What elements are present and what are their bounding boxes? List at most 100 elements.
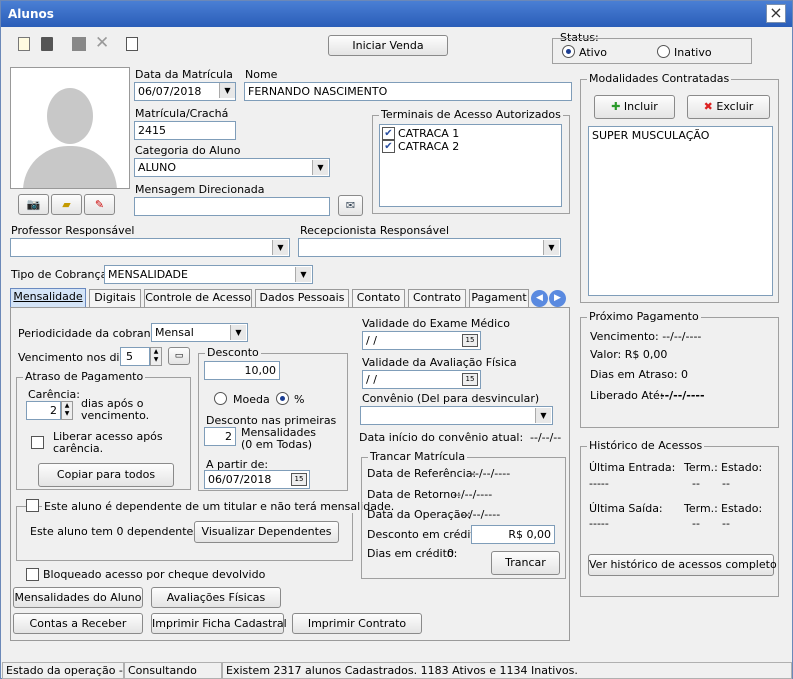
chevron-down-icon[interactable]: ▼ — [219, 83, 235, 98]
moeda-label: Moeda — [233, 393, 270, 406]
convenio-select[interactable]: ▼ — [360, 406, 553, 425]
new-document-icon[interactable] — [18, 37, 30, 51]
tab-controle-acesso[interactable]: Controle de Acesso — [144, 289, 252, 307]
avatar-body-icon — [23, 146, 117, 188]
calendar-icon[interactable]: 15 — [462, 334, 478, 347]
trancar-button[interactable]: Trancar — [491, 551, 560, 575]
status-ativo-radio[interactable] — [562, 45, 575, 58]
professor-label: Professor Responsável — [11, 224, 135, 237]
desconto-title: Desconto — [205, 346, 261, 359]
tab-digitais[interactable]: Digitais — [89, 289, 141, 307]
carencia-label: Carência: — [28, 388, 80, 401]
pagamento-title: Próximo Pagamento — [587, 310, 701, 323]
percent-radio[interactable] — [276, 392, 289, 405]
avaliacoes-fisicas-button[interactable]: Avaliações Físicas — [151, 587, 281, 608]
remove-photo-button[interactable]: ✎ — [84, 194, 115, 215]
catraca-2-checkbox[interactable]: ✔ — [382, 140, 395, 153]
ver-historico-button[interactable]: Ver histórico de acessos completo — [588, 554, 777, 576]
desc-credito-field[interactable]: R$ 0,00 — [471, 525, 555, 544]
excluir-button[interactable]: ✖ Excluir — [687, 95, 770, 119]
save-icon[interactable] — [72, 37, 86, 51]
close-button[interactable]: × — [766, 4, 786, 23]
mensalidades-aluno-button[interactable]: Mensalidades do Aluno — [13, 587, 143, 608]
alunos-window: Alunos × ✕ Iniciar Venda Status: Ativo I… — [0, 0, 793, 679]
tab-contato[interactable]: Contato — [352, 289, 405, 307]
trancar-title: Trancar Matrícula — [368, 450, 468, 463]
open-folder-button[interactable]: ▰ — [51, 194, 82, 215]
a-partir-field[interactable]: 06/07/2018 15 — [204, 470, 310, 489]
mensagem-field[interactable] — [134, 197, 330, 216]
entrada-term-label: Term.: — [684, 461, 718, 474]
calendar-icon[interactable]: 15 — [291, 473, 307, 486]
bloqueado-checkbox[interactable] — [26, 568, 39, 581]
carencia-suffix: dias após o vencimento. — [81, 397, 150, 422]
chevron-down-icon[interactable]: ▼ — [230, 325, 246, 340]
modalidades-title: Modalidades Contratadas — [587, 72, 732, 85]
ultima-entrada-label: Última Entrada: — [589, 461, 676, 474]
validade-aval-field[interactable]: / / 15 — [362, 370, 481, 389]
saida-estado-label: Estado: — [721, 502, 763, 515]
chevron-down-icon[interactable]: ▼ — [312, 160, 328, 175]
catraca-1-checkbox[interactable]: ✔ — [382, 127, 395, 140]
carencia-spinner[interactable]: ▲ ▼ — [61, 401, 73, 420]
periodicidade-select[interactable]: Mensal ▼ — [151, 323, 248, 342]
visualizar-dependentes-button[interactable]: Visualizar Dependentes — [194, 521, 339, 543]
entrada-date-value: ----- — [589, 477, 609, 490]
status-inativo-radio[interactable] — [657, 45, 670, 58]
chevron-down-icon[interactable]: ▼ — [272, 240, 288, 255]
iniciar-venda-button[interactable]: Iniciar Venda — [328, 35, 448, 56]
send-message-button[interactable]: ✉ — [338, 195, 363, 216]
vencimento-field[interactable]: 5 — [120, 347, 150, 366]
nome-label: Nome — [245, 68, 278, 81]
imprimir-ficha-button[interactable]: Imprimir Ficha Cadastral — [151, 613, 287, 634]
tab-contrato[interactable]: Contrato — [408, 289, 466, 307]
vencimento-label: Vencimento nos dias: — [18, 351, 136, 364]
tab-scroll-left-icon[interactable]: ◀ — [531, 290, 548, 307]
dias-credito-value: 0 — [447, 547, 454, 560]
moeda-radio[interactable] — [214, 392, 227, 405]
data-ret-value: --/--/---- — [453, 488, 493, 501]
dependente-checkbox[interactable] — [26, 499, 39, 512]
saida-date-value: ----- — [589, 517, 609, 530]
tab-scroll-right-icon[interactable]: ▶ — [549, 290, 566, 307]
pagamento-dias-atraso: Dias em Atraso: 0 — [590, 368, 689, 381]
vencimento-spinner[interactable]: ▲ ▼ — [150, 347, 162, 366]
validade-exame-field[interactable]: / / 15 — [362, 331, 481, 350]
copiar-para-todos-button[interactable]: Copiar para todos — [38, 463, 174, 487]
data-matricula-label: Data da Matrícula — [135, 68, 233, 81]
tab-dados-pessoais[interactable]: Dados Pessoais — [255, 289, 349, 307]
modalidades-list[interactable] — [588, 126, 773, 296]
contas-receber-button[interactable]: Contas a Receber — [13, 613, 143, 634]
trash-icon[interactable] — [41, 37, 53, 51]
tab-mensalidade[interactable]: Mensalidade — [10, 288, 86, 308]
chevron-down-icon[interactable]: ▼ — [535, 408, 551, 423]
matricula-field[interactable]: 2415 — [134, 121, 236, 140]
categoria-select[interactable]: ALUNO ▼ — [134, 158, 330, 177]
desc-em-todas-label: (0 em Todas) — [241, 438, 313, 451]
recepcionista-select[interactable]: ▼ — [298, 238, 561, 257]
data-op-value: --/--/---- — [461, 508, 501, 521]
professor-select[interactable]: ▼ — [10, 238, 290, 257]
nome-field[interactable]: FERNANDO NASCIMENTO — [244, 82, 572, 101]
incluir-label: Incluir — [623, 100, 658, 113]
data-ref-value: --/--/---- — [471, 467, 511, 480]
calendar-icon[interactable]: 15 — [462, 373, 478, 386]
liberar-checkbox[interactable] — [31, 436, 44, 449]
carencia-field[interactable]: 2 — [26, 401, 61, 420]
modalidade-item[interactable]: SUPER MUSCULAÇÃO — [592, 129, 709, 142]
tab-pagamento[interactable]: Pagament — [469, 289, 529, 307]
chevron-down-icon[interactable]: ▼ — [295, 267, 311, 282]
chevron-down-icon[interactable]: ▼ — [543, 240, 559, 255]
categoria-value: ALUNO — [138, 161, 177, 174]
desconto-valor-field[interactable]: 10,00 — [204, 361, 280, 380]
print-preview-icon[interactable] — [126, 37, 138, 51]
entrada-estado-value: -- — [722, 477, 730, 490]
desc-primeiras-field[interactable]: 2 — [204, 427, 236, 446]
camera-button[interactable]: 📷 — [18, 194, 49, 215]
incluir-button[interactable]: ✚ Incluir — [594, 95, 675, 119]
tipo-cobranca-select[interactable]: MENSALIDADE ▼ — [104, 265, 313, 284]
validade-exame-label: Validade do Exame Médico — [362, 317, 510, 330]
calendar-button[interactable]: ▭ — [168, 347, 190, 365]
cancel-icon[interactable]: ✕ — [95, 33, 109, 53]
imprimir-contrato-button[interactable]: Imprimir Contrato — [292, 613, 422, 634]
